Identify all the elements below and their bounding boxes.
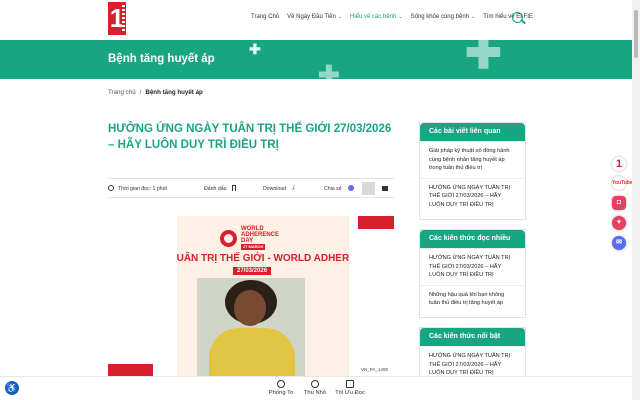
article-title: HƯỞNG ỨNG NGÀY TUÂN TRỊ THẾ GIỚI 27/03/2… [108, 123, 392, 151]
button-label: Tối Ưu Đọc [335, 390, 365, 396]
article-poster-image: WORLD ADHERENCE DAY 27 MARCH NGÀY TUÂN T… [177, 216, 349, 376]
chevron-down-icon: ⌄ [398, 14, 403, 20]
clock-icon [108, 185, 114, 191]
reading-mode-button[interactable]: Tối Ưu Đọc [334, 380, 366, 396]
share-placeholder-icon[interactable] [362, 182, 375, 195]
list-item[interactable]: Giải pháp kỹ thuật số đồng hành cùng bện… [420, 141, 525, 178]
download-label[interactable]: Download [263, 186, 286, 192]
logo-text: WORLD ADHERENCE DAY 27 MARCH [241, 226, 279, 250]
breadcrumb-home[interactable]: Trang chủ [108, 89, 136, 96]
reading-toolbar: Phóng To Thu Nhỏ Tối Ưu Đọc [0, 376, 632, 400]
button-label: Phóng To [268, 390, 294, 396]
list-item[interactable]: Những hậu quả khi bạn không tuân thủ điề… [420, 284, 525, 313]
logo-date: 27 MARCH [241, 244, 266, 250]
zoom-in-button[interactable]: Phóng To [268, 380, 294, 396]
nav-item-living[interactable]: Sống khỏe cùng bệnh ⌄ [411, 14, 476, 20]
ngaydautien-icon[interactable]: 1 [612, 157, 626, 171]
nav-label: Về Ngày Đầu Tiên [287, 14, 336, 20]
card-heading: Các kiến thức nổi bật [420, 328, 525, 346]
poster-headline: NGÀY TUÂN TRỊ THẾ GIỚI - WORLD ADHERENCE… [177, 253, 349, 264]
article-meta-bar: Thời gian đọc: 1 phút Đánh dấu Download … [108, 178, 394, 198]
scrollbar[interactable] [632, 0, 640, 400]
poster-date: 27/03/2026 [233, 267, 272, 275]
face [234, 290, 266, 326]
featured-card: Các kiến thức nổi bật HƯỞNG ỨNG NGÀY TUÂ… [419, 327, 526, 377]
world-adherence-day-logo: WORLD ADHERENCE DAY 27 MARCH [220, 226, 279, 250]
decor-red-bar [108, 364, 153, 376]
site-logo[interactable]: 1 [108, 2, 126, 35]
card-heading: Các kiến thức đọc nhiều [420, 230, 525, 248]
nav-label: Hiểu về các bệnh [350, 14, 397, 20]
nav-label: Trang Chủ [251, 14, 280, 20]
shirt [209, 328, 295, 376]
accessibility-icon[interactable]: ♿ [5, 381, 19, 395]
list-item[interactable]: HƯỞNG ỨNG NGÀY TUÂN TRỊ THẾ GIỚI 27/03/2… [420, 346, 525, 376]
card-heading: Các bài viết liên quan [420, 123, 525, 141]
bookmark-icon[interactable] [232, 185, 236, 191]
nav-item-diseases[interactable]: Hiểu về các bệnh ⌄ [350, 14, 403, 20]
download-icon[interactable]: ⤓ [292, 185, 295, 192]
zoom-out-button[interactable]: Thu Nhỏ [303, 380, 327, 396]
messenger-icon[interactable]: ✉ [612, 236, 626, 250]
scrollbar-thumb[interactable] [634, 10, 638, 58]
plus-decoration: ✚ [318, 60, 340, 79]
read-time: Thời gian đọc: 1 phút [118, 186, 167, 192]
mail-share-icon[interactable] [382, 186, 388, 191]
button-label: Thu Nhỏ [303, 390, 327, 396]
chevron-down-icon: ⌄ [471, 14, 476, 20]
app-icon[interactable]: ♥ [612, 216, 626, 230]
share-label: Chia sẻ [324, 186, 342, 192]
plus-decoration: ✚ [249, 41, 261, 57]
document-code: VN_PA_1408 [361, 367, 388, 372]
document-icon [346, 380, 354, 388]
decor-red-bar [358, 216, 394, 229]
page-title: Bệnh tăng huyết áp [108, 53, 215, 65]
most-read-card: Các kiến thức đọc nhiều HƯỞNG ỨNG NGÀY T… [419, 229, 526, 318]
breadcrumb-current: Bệnh tăng huyết áp [145, 89, 203, 96]
breadcrumb: Trang chủ / Bệnh tăng huyết áp [108, 89, 203, 96]
zoom-in-icon [277, 380, 285, 388]
nav-item-elfie[interactable]: Tìm hiểu về ELFIE [483, 14, 533, 20]
zoom-out-icon [311, 380, 319, 388]
page-banner: ✚ ✚ ✚ Bệnh tăng huyết áp [0, 40, 632, 79]
search-icon[interactable] [512, 12, 523, 23]
plus-decoration: ✚ [465, 40, 502, 78]
nav-label: Sống khỏe cùng bệnh [410, 14, 469, 20]
chevron-down-icon: ⌄ [337, 14, 343, 20]
youtube-icon[interactable]: YouTube [612, 176, 633, 190]
breadcrumb-separator: / [139, 89, 142, 96]
site-header: 1 Trang Chủ Về Ngày Đầu Tiên ⌄ Hiểu về cá… [0, 0, 632, 40]
nav-label: Tìm hiểu về ELFIE [483, 14, 533, 20]
list-item[interactable]: HƯỞNG ỨNG NGÀY TUÂN TRỊ THẾ GIỚI 27/03/2… [420, 248, 525, 285]
messenger-share-icon[interactable] [348, 185, 354, 191]
woman-photo [197, 278, 305, 376]
main-nav: Trang Chủ Về Ngày Đầu Tiên ⌄ Hiểu về các … [251, 14, 533, 20]
logo-ring-icon [220, 229, 237, 247]
nav-item-about[interactable]: Về Ngày Đầu Tiên ⌄ [287, 14, 342, 20]
list-item[interactable]: HƯỞNG ỨNG NGÀY TUÂN TRỊ THẾ GIỚI 27/03/2… [420, 177, 525, 215]
nav-item-home[interactable]: Trang Chủ [251, 14, 279, 20]
instagram-icon[interactable]: ◘ [612, 196, 626, 210]
related-articles-card: Các bài viết liên quan Giải pháp kỹ thuậ… [419, 122, 526, 220]
bookmark-label[interactable]: Đánh dấu [204, 186, 227, 192]
